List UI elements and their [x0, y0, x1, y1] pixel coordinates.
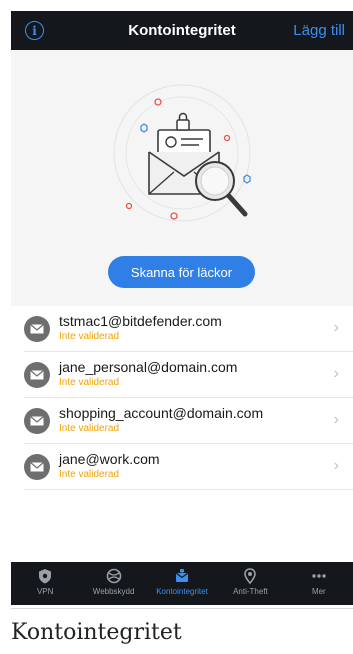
anti-theft-icon [244, 568, 257, 585]
web-protection-icon [106, 568, 121, 584]
page-title: Kontointegritet [128, 22, 236, 39]
tab-vpn[interactable]: VPN [11, 562, 79, 605]
vpn-shield-icon [39, 569, 52, 584]
list-item[interactable]: tstmac1@bitdefender.com Inte validerad › [11, 306, 353, 352]
tab-label: Mer [311, 587, 326, 596]
account-status: Inte validerad [59, 423, 120, 434]
caption-divider [11, 608, 353, 609]
mail-icon [24, 454, 50, 480]
top-navigation-bar: i Kontointegritet Lägg till [11, 11, 353, 50]
bottom-tab-bar: VPN Webbskydd Kontointegritet Anti-Theft… [11, 562, 353, 605]
tab-kontointegritet[interactable]: Kontointegritet [148, 562, 216, 605]
tab-label: Kontointegritet [156, 587, 208, 596]
tab-label: VPN [36, 587, 54, 596]
account-email: shopping_account@domain.com [59, 405, 264, 421]
mail-icon [24, 362, 50, 388]
tab-webbskydd[interactable]: Webbskydd [79, 562, 147, 605]
account-list: tstmac1@bitdefender.com Inte validerad ›… [11, 306, 353, 490]
info-icon[interactable]: i [25, 21, 44, 40]
more-icon [312, 574, 326, 578]
account-status: Inte validerad [59, 377, 120, 388]
account-email: jane_personal@domain.com [59, 359, 238, 375]
tab-label: Webbskydd [92, 587, 135, 596]
mail-icon [24, 408, 50, 434]
screenshot-caption: Kontointegritet [11, 620, 182, 645]
account-status: Inte validerad [59, 469, 120, 480]
chevron-right-icon: › [333, 319, 339, 336]
account-email: jane@work.com [59, 451, 160, 467]
account-privacy-icon [175, 569, 189, 582]
add-button[interactable]: Lägg till [293, 22, 345, 39]
scan-for-leaks-button[interactable]: Skanna för läckor [108, 256, 255, 288]
list-item[interactable]: jane_personal@domain.com Inte validerad … [11, 352, 353, 398]
tab-anti-theft[interactable]: Anti-Theft [216, 562, 284, 605]
account-status: Inte validerad [59, 331, 120, 342]
list-item[interactable]: jane@work.com Inte validerad › [11, 444, 353, 490]
account-email: tstmac1@bitdefender.com [59, 313, 222, 329]
mail-icon [24, 316, 50, 342]
list-item[interactable]: shopping_account@domain.com Inte valider… [11, 398, 353, 444]
hero-section: Skanna för läckor [11, 50, 353, 306]
chevron-right-icon: › [333, 365, 339, 382]
chevron-right-icon: › [333, 457, 339, 474]
tab-label: Anti-Theft [233, 587, 268, 596]
divider [24, 489, 353, 490]
app-screen: i Kontointegritet Lägg till Skanna för l… [11, 11, 353, 605]
chevron-right-icon: › [333, 411, 339, 428]
tab-mer[interactable]: Mer [285, 562, 353, 605]
